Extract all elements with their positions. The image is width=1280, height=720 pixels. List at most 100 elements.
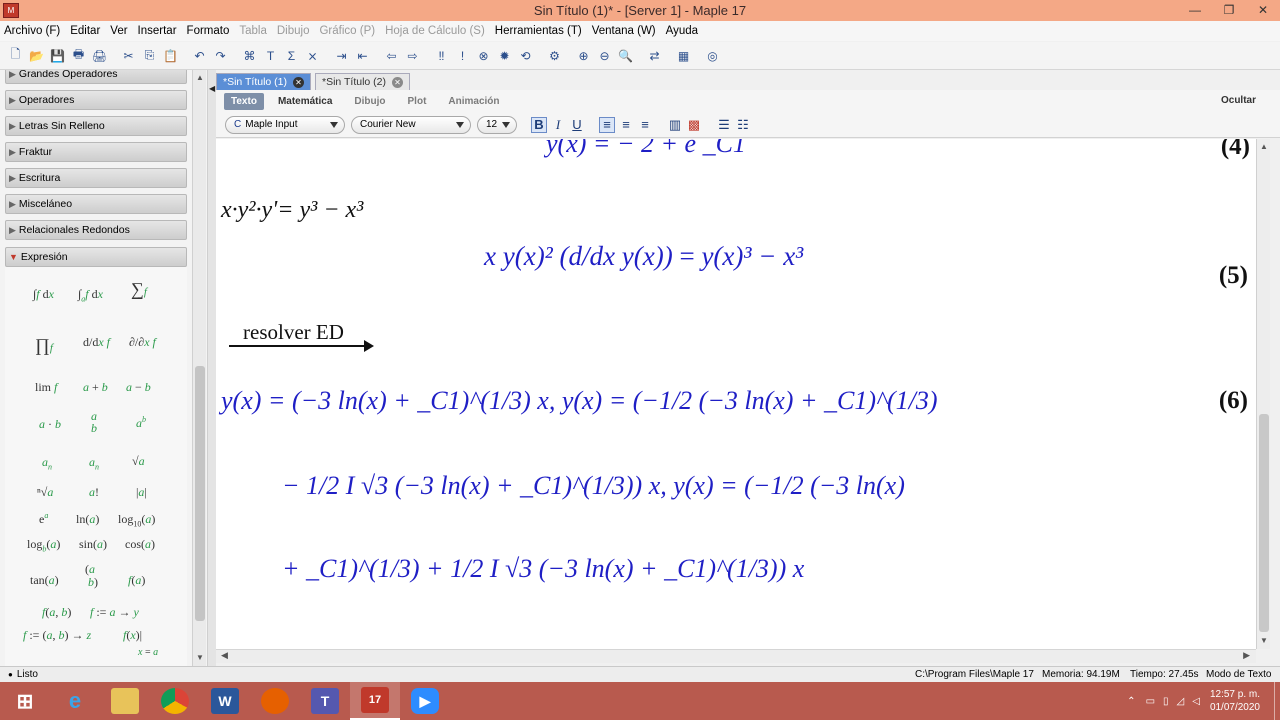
- tab-sin-titulo-2[interactable]: *Sin Título (2) ✕: [315, 73, 410, 90]
- start-button[interactable]: ⊞: [0, 682, 50, 720]
- palette-item-function-call[interactable]: f(a): [128, 573, 145, 588]
- execute-all-icon[interactable]: ‼: [432, 47, 451, 65]
- taskbar-teams[interactable]: T: [300, 682, 350, 720]
- menu-grafico[interactable]: Gráfico (P): [319, 25, 375, 37]
- zoom-fit-icon[interactable]: 🔍: [616, 47, 635, 65]
- palette-item-abs[interactable]: |a|: [136, 485, 147, 500]
- document-vertical-scrollbar[interactable]: ▲ ▼: [1256, 139, 1270, 649]
- palette-item-tan[interactable]: tan(a): [30, 573, 59, 588]
- palette-header-fraktur[interactable]: ▶ Fraktur: [5, 142, 187, 162]
- menu-archivo[interactable]: Archivo (F): [4, 25, 60, 37]
- palette-item-fraction[interactable]: ab: [91, 410, 97, 434]
- equation-6-line-3[interactable]: + _C1)^(1/3) + 1/2 I √3 (−3 ln(x) + _C1)…: [282, 554, 804, 584]
- palette-scrollbar[interactable]: ▲ ▼: [192, 70, 206, 666]
- palette-header-letras-sin-relleno[interactable]: ▶ Letras Sin Relleno: [5, 116, 187, 136]
- menu-tabla[interactable]: Tabla: [239, 25, 267, 37]
- palette-item-exp[interactable]: ea: [39, 511, 48, 527]
- palette-header-expresion[interactable]: ▼ Expresión: [5, 247, 187, 267]
- highlight-icon[interactable]: ▩: [686, 117, 702, 133]
- scroll-left-icon[interactable]: ◀: [221, 650, 228, 661]
- palette-header-grandes-operadores[interactable]: ▶ Grandes Operadores: [5, 70, 187, 84]
- menu-formato[interactable]: Formato: [187, 25, 230, 37]
- font-size-dropdown[interactable]: 12: [477, 115, 517, 134]
- tray-volume-icon[interactable]: ◁: [1192, 696, 1200, 707]
- restart-icon[interactable]: ⟲: [516, 47, 535, 65]
- tray-wifi-icon[interactable]: ◿: [1177, 696, 1185, 707]
- mode-texto[interactable]: Texto: [224, 92, 264, 110]
- underline-button[interactable]: U: [569, 117, 585, 133]
- scroll-down-icon[interactable]: ▼: [1260, 636, 1268, 645]
- menu-insertar[interactable]: Insertar: [138, 25, 177, 37]
- exec-group-icon[interactable]: ⌘: [240, 47, 259, 65]
- taskbar-internet-explorer[interactable]: e: [50, 682, 100, 720]
- tray-battery-icon[interactable]: ▯: [1163, 696, 1169, 707]
- show-desktop-button[interactable]: [1274, 682, 1280, 720]
- collapse-panel-icon[interactable]: ◀: [209, 84, 215, 93]
- palette-item-subscript[interactable]: an: [42, 455, 52, 471]
- menu-ayuda[interactable]: Ayuda: [666, 25, 698, 37]
- stop-icon[interactable]: ⊗: [474, 47, 493, 65]
- palette-item-cos[interactable]: cos(a): [125, 537, 155, 552]
- text-mode-icon[interactable]: T: [261, 47, 280, 65]
- maple-app-icon[interactable]: M: [3, 3, 19, 18]
- palette-item-logb[interactable]: logb(a): [27, 537, 60, 553]
- mode-matematica[interactable]: Matemática: [278, 96, 332, 107]
- close-icon[interactable]: ✕: [1246, 0, 1280, 21]
- palette-item-power[interactable]: ab: [136, 415, 146, 431]
- palette-item-derivative[interactable]: d/dx f: [83, 335, 110, 350]
- forward-arrow-icon[interactable]: ⇨: [403, 47, 422, 65]
- zoom-out-icon[interactable]: ⊖: [595, 47, 614, 65]
- mode-animacion[interactable]: Animación: [448, 96, 499, 107]
- menu-dibujo[interactable]: Dibujo: [277, 25, 310, 37]
- switch-icon[interactable]: ⇄: [645, 47, 664, 65]
- math-mode-icon[interactable]: Σ: [282, 47, 301, 65]
- font-color-icon[interactable]: ▥: [667, 117, 683, 133]
- scroll-up-icon[interactable]: ▲: [196, 73, 204, 82]
- open-folder-icon[interactable]: 📂: [27, 47, 46, 65]
- panel-splitter[interactable]: ◀: [208, 70, 216, 666]
- palette-item-factorial[interactable]: a!: [89, 485, 99, 500]
- tray-network-icon[interactable]: ▭: [1146, 696, 1155, 707]
- execute-icon[interactable]: !: [453, 47, 472, 65]
- palette-header-escritura[interactable]: ▶ Escritura: [5, 168, 187, 188]
- back-arrow-icon[interactable]: ⇦: [382, 47, 401, 65]
- taskbar-clock[interactable]: 12:57 p. m. 01/07/2020: [1210, 688, 1260, 714]
- document-scroll-thumb[interactable]: [1259, 414, 1269, 632]
- palette-item-eval-at[interactable]: f(x)|: [123, 628, 142, 643]
- grid-icon[interactable]: ▦: [674, 47, 693, 65]
- print-icon[interactable]: 🖨: [90, 47, 109, 65]
- palette-header-operadores[interactable]: ▶ Operadores: [5, 90, 187, 110]
- palette-item-product[interactable]: ∏f: [35, 335, 53, 356]
- input-mode-dropdown[interactable]: C Maple Input: [225, 115, 345, 134]
- palette-item-binomial[interactable]: (a b): [85, 563, 98, 589]
- palette-item-definite-integral[interactable]: ∫af dx: [78, 287, 103, 303]
- restore-icon[interactable]: ❐: [1212, 0, 1246, 21]
- equation-6-line-2[interactable]: − 1/2 I √3 (−3 ln(x) + _C1)^(1/3)) x, y(…: [282, 471, 905, 501]
- palette-item-subscript-alt[interactable]: an: [89, 455, 99, 471]
- palette-item-function-two-args[interactable]: f(a, b): [42, 605, 71, 620]
- menu-herramientas[interactable]: Herramientas (T): [495, 25, 582, 37]
- print-preview-icon[interactable]: 🖶: [69, 47, 88, 65]
- palette-item-limit[interactable]: lim f: [35, 380, 57, 395]
- new-document-icon[interactable]: 🗋: [6, 47, 25, 65]
- close-tab-icon[interactable]: ✕: [293, 76, 304, 88]
- align-left-icon[interactable]: ≡: [599, 116, 615, 133]
- scroll-up-icon[interactable]: ▲: [1260, 142, 1268, 151]
- indent-icon[interactable]: ⇥: [332, 47, 351, 65]
- palette-item-integral[interactable]: ∫f dx: [33, 287, 54, 302]
- input-ode[interactable]: x·y²·y'= y³ − x³: [221, 197, 363, 224]
- tray-expand-icon[interactable]: ⌃: [1127, 696, 1135, 707]
- menu-hoja-calculo[interactable]: Hoja de Cálculo (S): [385, 25, 485, 37]
- taskbar-word[interactable]: W: [200, 682, 250, 720]
- numbered-list-icon[interactable]: ☷: [735, 117, 751, 133]
- outdent-icon[interactable]: ⇤: [353, 47, 372, 65]
- palette-item-ln[interactable]: ln(a): [76, 512, 99, 527]
- palette-scroll-thumb[interactable]: [195, 366, 205, 621]
- palette-header-miscelaneo[interactable]: ▶ Misceláneo: [5, 194, 187, 214]
- close-tab-icon[interactable]: ✕: [392, 76, 403, 88]
- document-area[interactable]: y(x) = − 2 + e _C1 (4) x·y²·y'= y³ − x³ …: [216, 139, 1256, 649]
- save-icon[interactable]: 💾: [48, 47, 67, 65]
- redo-icon[interactable]: ↷: [211, 47, 230, 65]
- font-dropdown[interactable]: Courier New: [351, 115, 471, 134]
- scroll-down-icon[interactable]: ▼: [196, 653, 204, 662]
